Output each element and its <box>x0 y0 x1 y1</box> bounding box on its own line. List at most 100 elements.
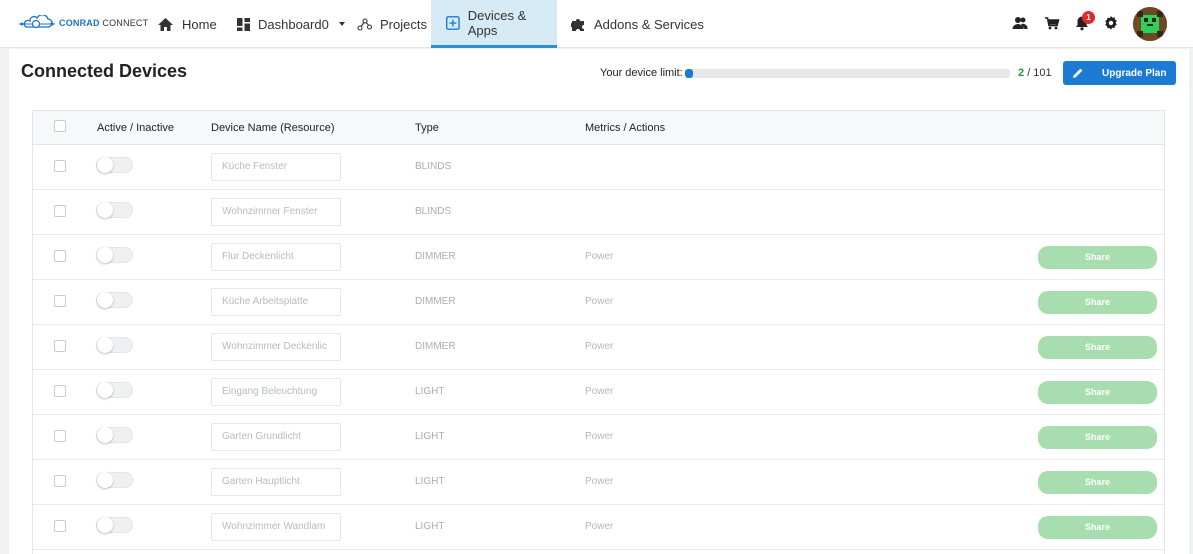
share-button[interactable]: Share <box>1038 426 1157 449</box>
active-toggle[interactable] <box>96 382 133 398</box>
logo-text-connect: CONNECT <box>102 18 149 28</box>
share-button[interactable]: Share <box>1038 516 1157 539</box>
device-type: DIMMER <box>415 341 456 352</box>
device-limit-progress-fill <box>685 69 694 78</box>
device-name-input[interactable]: Küche Fenster <box>211 153 341 181</box>
table-row: Wohnzimmer Fenster BLINDS <box>33 190 1164 235</box>
nav-addons-services-label: Addons & Services <box>594 16 704 32</box>
active-toggle[interactable] <box>96 517 133 533</box>
puzzle-icon <box>571 18 584 31</box>
nav-projects[interactable]: Projects <box>357 0 427 48</box>
device-limit-total: / 101 <box>1027 67 1052 79</box>
device-name-input[interactable]: Garten Hauptlicht <box>211 468 341 496</box>
device-name-input[interactable]: Wohnzimmer Deckenlic <box>211 333 341 361</box>
device-metric: Power <box>585 476 614 487</box>
chevron-down-icon <box>338 22 345 26</box>
device-limit-count: 2 / 101 <box>1018 67 1052 79</box>
row-checkbox[interactable] <box>54 205 66 217</box>
nav-devices-apps[interactable]: Devices & Apps <box>431 0 557 48</box>
active-toggle[interactable] <box>96 427 133 443</box>
nav-addons-services[interactable]: Addons & Services <box>571 0 704 48</box>
pencil-icon <box>1073 68 1083 78</box>
active-toggle[interactable] <box>96 247 133 263</box>
nav-dashboard[interactable]: Dashboard0 <box>237 0 345 48</box>
upgrade-plan-button[interactable]: Upgrade Plan <box>1063 61 1176 85</box>
nav-devices-apps-label: Devices & Apps <box>467 7 527 38</box>
notification-badge: 1 <box>1082 11 1095 24</box>
row-checkbox[interactable] <box>54 340 66 352</box>
share-button[interactable]: Share <box>1038 291 1157 314</box>
device-metric: Power <box>585 251 614 262</box>
row-checkbox[interactable] <box>54 250 66 262</box>
active-toggle[interactable] <box>96 292 133 308</box>
table-header: Active / Inactive Device Name (Resource)… <box>33 111 1164 145</box>
share-button[interactable]: Share <box>1038 336 1157 359</box>
active-toggle[interactable] <box>96 157 133 173</box>
nav-home-label: Home <box>182 16 217 32</box>
header-type: Type <box>415 122 439 134</box>
active-toggle[interactable] <box>96 337 133 353</box>
active-toggle[interactable] <box>96 202 133 218</box>
device-limit-used: 2 <box>1018 67 1025 79</box>
logo-text: CONRAD CONNECT <box>59 18 148 28</box>
nav-projects-label: Projects <box>380 16 427 32</box>
share-button[interactable]: Share <box>1038 246 1157 269</box>
upgrade-plan-label: Upgrade Plan <box>1102 67 1167 79</box>
device-name-input[interactable]: Wohnzimmer Wandlam <box>211 513 341 541</box>
select-all-checkbox[interactable] <box>54 120 66 132</box>
header-device-name: Device Name (Resource) <box>211 122 335 134</box>
device-name-input[interactable]: Eingang Beleuchtung <box>211 378 341 406</box>
device-type: DIMMER <box>415 296 456 307</box>
nav-home[interactable]: Home <box>157 0 217 48</box>
logo-text-conrad: CONRAD <box>59 18 100 28</box>
users-icon[interactable] <box>1012 15 1028 31</box>
device-name-input[interactable]: Küche Arbeitsplatte <box>211 288 341 316</box>
device-name-input[interactable]: Garten Grundlicht <box>211 423 341 451</box>
active-toggle[interactable] <box>96 472 133 488</box>
row-checkbox[interactable] <box>54 385 66 397</box>
device-type: LIGHT <box>415 431 445 442</box>
cloud-logo-icon <box>19 15 55 29</box>
gear-icon[interactable] <box>1103 15 1119 31</box>
row-checkbox[interactable] <box>54 430 66 442</box>
avatar-image-icon <box>1133 7 1167 41</box>
share-button[interactable]: Share <box>1038 381 1157 404</box>
conrad-connect-logo[interactable]: CONRAD CONNECT <box>19 15 148 31</box>
device-type: BLINDS <box>415 206 452 217</box>
table-row: Garten Grundlicht LIGHT Power Share <box>33 415 1164 460</box>
device-metric: Power <box>585 521 614 532</box>
share-button[interactable]: Share <box>1038 471 1157 494</box>
row-checkbox[interactable] <box>54 520 66 532</box>
row-checkbox[interactable] <box>54 475 66 487</box>
device-limit-progress <box>685 69 1010 78</box>
devices-icon <box>446 15 460 30</box>
row-checkbox[interactable] <box>54 160 66 172</box>
table-row: Wohnzimmer Deckenlic DIMMER Power Share <box>33 325 1164 370</box>
device-metric: Power <box>585 341 614 352</box>
projects-icon <box>357 17 372 31</box>
device-metric: Power <box>585 431 614 442</box>
device-metric: Power <box>585 386 614 397</box>
header-active: Active / Inactive <box>97 122 175 134</box>
table-row: Küche Fenster BLINDS <box>33 145 1164 190</box>
cart-icon[interactable] <box>1044 15 1060 31</box>
device-name-input[interactable]: Wohnzimmer Fenster <box>211 198 341 226</box>
device-name-input[interactable]: Flur Deckenlicht <box>211 243 341 271</box>
table-row: Küche Arbeitsplatte DIMMER Power Share <box>33 280 1164 325</box>
device-type: LIGHT <box>415 476 445 487</box>
device-metric: Power <box>585 296 614 307</box>
device-type: LIGHT <box>415 386 445 397</box>
table-row: Eingang Beleuchtung LIGHT Power Share <box>33 370 1164 415</box>
table-row: Garten Hauptlicht LIGHT Power Share <box>33 460 1164 505</box>
avatar[interactable] <box>1133 7 1167 41</box>
home-icon <box>158 17 173 31</box>
device-type: DIMMER <box>415 251 456 262</box>
row-checkbox[interactable] <box>54 295 66 307</box>
nav-dashboard-label: Dashboard0 <box>258 16 329 32</box>
table-row: Flur Deckenlicht DIMMER Power Share <box>33 235 1164 280</box>
device-type: BLINDS <box>415 161 452 172</box>
device-limit-label: Your device limit: <box>600 67 683 79</box>
devices-table: Active / Inactive Device Name (Resource)… <box>32 110 1165 554</box>
table-row: Wohnzimmer Wandlam LIGHT Power Share <box>33 505 1164 550</box>
dashboard-icon <box>237 17 250 31</box>
